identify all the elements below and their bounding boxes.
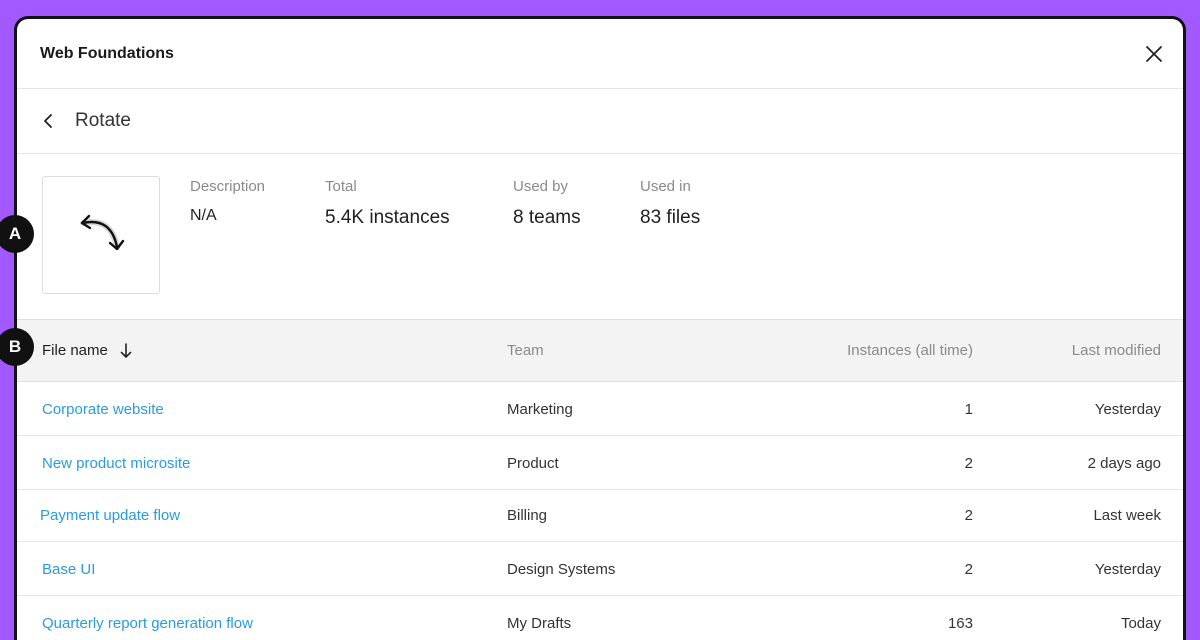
stat-value: N/A — [190, 207, 217, 224]
table-row: Quarterly report generation flow My Draf… — [17, 596, 1183, 640]
modified-cell: 2 days ago — [1087, 455, 1161, 472]
team-cell: Design Systems — [507, 561, 616, 578]
column-header-instances[interactable]: Instances (all time) — [847, 342, 973, 359]
close-icon[interactable] — [1143, 43, 1165, 65]
team-cell: Product — [507, 455, 559, 472]
file-link[interactable]: Quarterly report generation flow — [42, 615, 253, 632]
modified-cell: Yesterday — [1094, 561, 1161, 578]
column-header-team[interactable]: Team — [507, 342, 544, 359]
file-link[interactable]: Base UI — [42, 561, 95, 578]
instances-cell: 2 — [964, 507, 973, 524]
file-link[interactable]: Payment update flow — [40, 507, 180, 524]
back-chevron-icon[interactable] — [39, 112, 57, 130]
stat-value: 8 teams — [513, 207, 581, 228]
modified-cell: Yesterday — [1094, 401, 1161, 418]
stat-used-by: Used by 8 teams — [513, 178, 581, 229]
stat-description: Description N/A — [190, 178, 265, 225]
team-cell: Billing — [507, 507, 548, 524]
modal-panel: Web Foundations Rotate Description N/A T… — [14, 16, 1186, 640]
instances-cell: 1 — [964, 401, 973, 418]
stat-total: Total 5.4K instances — [325, 178, 450, 229]
table-row: Corporate website Marketing 1 Yesterday — [17, 382, 1183, 436]
instances-cell: 2 — [964, 561, 973, 578]
stat-used-in: Used in 83 files — [640, 178, 700, 229]
component-title: Rotate — [75, 110, 131, 131]
table-row: New product microsite Product 2 2 days a… — [17, 436, 1183, 490]
file-link[interactable]: Corporate website — [42, 401, 164, 418]
arrow-down-icon[interactable] — [120, 342, 132, 359]
instances-cell: 2 — [964, 455, 973, 472]
column-header-label: File name — [42, 342, 108, 359]
component-info: Description N/A Total 5.4K instances Use… — [17, 154, 1183, 320]
stat-value: 5.4K instances — [325, 207, 450, 228]
stat-value: 83 files — [640, 207, 701, 228]
team-cell: My Drafts — [507, 615, 572, 632]
modified-cell: Last week — [1093, 507, 1161, 524]
rotate-arrow-icon — [71, 203, 131, 268]
table-row: Payment update flow Billing 2 Last week — [17, 490, 1183, 542]
modified-cell: Today — [1120, 615, 1161, 632]
modal-header: Web Foundations — [17, 19, 1183, 89]
instances-cell: 163 — [947, 615, 973, 632]
column-header-file-name[interactable]: File name — [42, 342, 132, 359]
column-header-last-modified[interactable]: Last modified — [1072, 342, 1161, 359]
stat-label: Total — [325, 178, 357, 195]
stat-label: Used by — [513, 178, 569, 195]
table-header: File name Team Instances (all time) Last… — [17, 320, 1183, 382]
stat-label: Description — [190, 178, 266, 195]
team-cell: Marketing — [507, 401, 573, 418]
file-link[interactable]: New product microsite — [42, 455, 190, 472]
table-row: Base UI Design Systems 2 Yesterday — [17, 542, 1183, 596]
component-header: Rotate — [17, 89, 1183, 154]
modal-title: Web Foundations — [40, 44, 174, 62]
stat-label: Used in — [640, 178, 691, 195]
component-thumbnail — [42, 176, 160, 294]
